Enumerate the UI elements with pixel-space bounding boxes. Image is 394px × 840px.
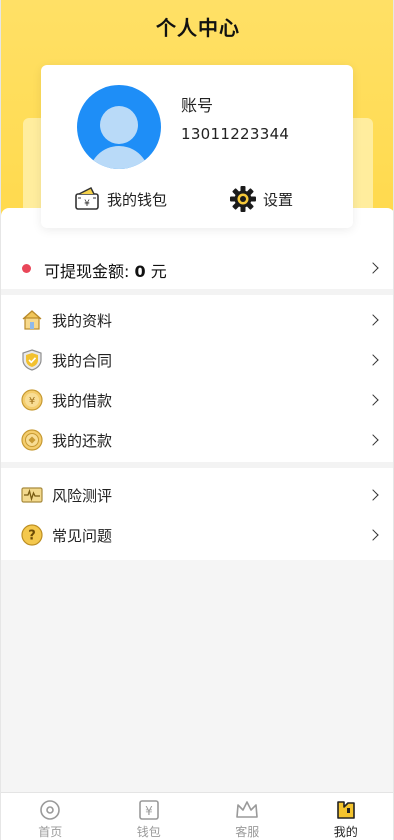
menu-item-repayment[interactable]: 我的还款 xyxy=(1,420,393,460)
chevron-right-icon xyxy=(367,489,379,501)
svg-text:¥: ¥ xyxy=(29,396,35,407)
balance-text: 可提现金额: 0 元 xyxy=(44,262,167,281)
tab-wallet[interactable]: ¥ 钱包 xyxy=(100,793,199,840)
app-frame: 个人中心 账号 13011223344 ¥ 我的钱包 设置 可提现金额: 0 元… xyxy=(0,0,394,840)
chevron-right-icon xyxy=(367,529,379,541)
settings-button[interactable]: 设置 xyxy=(229,185,293,213)
section-divider xyxy=(1,462,393,468)
tab-label: 我的 xyxy=(333,825,358,839)
svg-text:¥: ¥ xyxy=(84,199,90,209)
menu-item-loan[interactable]: ¥ 我的借款 xyxy=(1,380,393,420)
menu-item-label: 常见问题 xyxy=(52,527,113,545)
settings-label: 设置 xyxy=(263,190,294,209)
menu-item-label: 我的借款 xyxy=(52,392,113,410)
chevron-right-icon xyxy=(367,394,379,406)
tab-mine[interactable]: 我的 xyxy=(297,793,394,840)
account-number: 13011223344 xyxy=(181,125,290,143)
wallet-label: 我的钱包 xyxy=(107,190,168,209)
menu-item-risk-assessment[interactable]: 风险测评 xyxy=(1,475,393,515)
yen-wallet-icon: ¥ xyxy=(138,800,159,820)
crown-icon xyxy=(236,801,259,818)
tab-customer-service[interactable]: 客服 xyxy=(198,793,297,840)
chevron-right-icon xyxy=(367,354,379,366)
chevron-right-icon xyxy=(367,262,379,274)
wallet-icon: ¥ xyxy=(75,187,99,210)
tab-label: 钱包 xyxy=(136,825,161,839)
pulse-card-icon xyxy=(21,487,43,503)
gear-icon xyxy=(230,186,256,212)
tab-label: 客服 xyxy=(235,825,260,839)
tab-label: 首页 xyxy=(38,825,63,839)
menu-item-label: 风险测评 xyxy=(52,487,113,505)
menu-item-label: 我的合同 xyxy=(52,352,113,370)
menu-item-label: 我的资料 xyxy=(52,312,113,330)
menu-item-faq[interactable]: ? 常见问题 xyxy=(1,515,393,555)
menu-item-contract[interactable]: 我的合同 xyxy=(1,340,393,380)
withdrawable-balance-row[interactable]: 可提现金额: 0 元 xyxy=(1,246,393,290)
svg-text:?: ? xyxy=(28,529,36,544)
bottom-tab-bar: 首页 ¥ 钱包 客服 我的 xyxy=(1,792,394,840)
house-icon xyxy=(22,310,42,330)
page-title: 个人中心 xyxy=(156,16,240,40)
yen-coin-icon: ¥ xyxy=(21,389,43,411)
menu-item-profile[interactable]: 我的资料 xyxy=(1,300,393,340)
shield-check-icon xyxy=(22,349,42,371)
avatar[interactable] xyxy=(77,85,161,169)
status-dot xyxy=(22,264,31,273)
tab-home[interactable]: 首页 xyxy=(1,793,100,840)
wallet-button[interactable]: ¥ 我的钱包 xyxy=(73,185,167,213)
section-divider xyxy=(1,289,393,295)
question-icon: ? xyxy=(21,524,43,546)
profile-card: 账号 13011223344 ¥ 我的钱包 设置 xyxy=(41,65,353,228)
chevron-right-icon xyxy=(367,314,379,326)
balance-amount: 0 xyxy=(134,262,146,281)
mine-icon xyxy=(336,801,355,819)
menu-item-label: 我的还款 xyxy=(52,432,113,450)
svg-text:¥: ¥ xyxy=(145,804,153,818)
home-compass-icon xyxy=(40,800,61,820)
chevron-right-icon xyxy=(367,434,379,446)
account-label: 账号 xyxy=(181,96,214,115)
coin-icon xyxy=(21,429,43,451)
